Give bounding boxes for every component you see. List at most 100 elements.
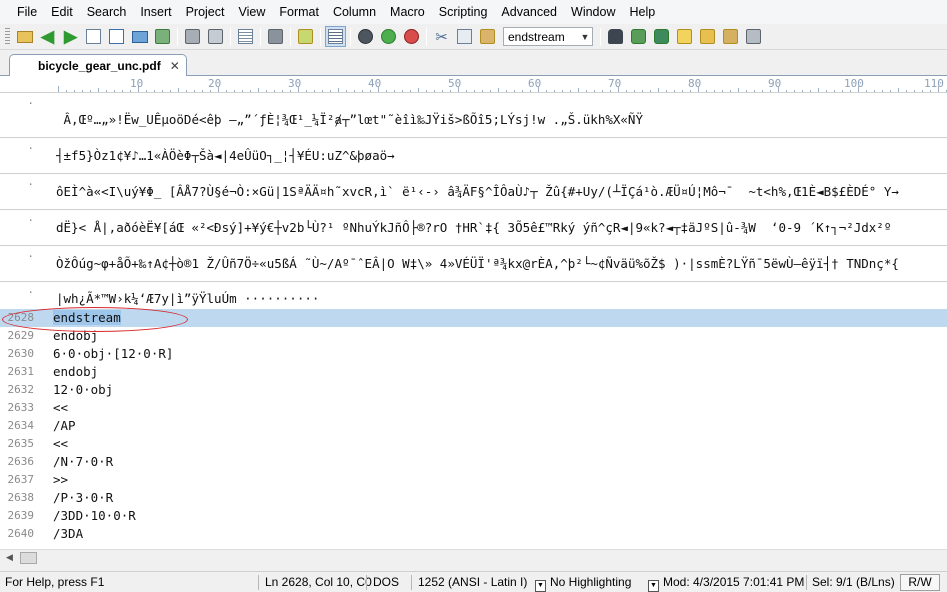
binary-line[interactable]: · ÒžÔúg~φ+åÕ+‰↑A¢┼ò®1 Ž/Ûñ7Ö÷«u5ßÁ ˜Ù~/A… — [0, 246, 947, 282]
menu-macro[interactable]: Macro — [383, 0, 432, 24]
menu-advanced[interactable]: Advanced — [494, 0, 564, 24]
editor-line[interactable]: 2632 12·0·obj — [0, 381, 947, 399]
ruler-tick — [122, 90, 123, 92]
line-text[interactable]: dË}< Å|,aðóèË¥[áŒ «²<Ðsý]+¥ý€┼v2b└Ù?¹ ºN… — [56, 219, 891, 237]
binary-line[interactable]: · ôEÌ^à«<I\uý¥Φ_ [ÂÅ7?Ù§é¬Ò:×Gü|1SªÄÄ¤h˜… — [0, 174, 947, 210]
line-text[interactable]: /AP — [53, 417, 76, 435]
editor-line[interactable]: 2639 /3DD·10·0·R — [0, 507, 947, 525]
status-line-ending[interactable]: DOS — [373, 572, 399, 592]
menu-project[interactable]: Project — [179, 0, 232, 24]
search-combo-text[interactable]: endstream — [504, 30, 578, 44]
editor-line[interactable]: 2636 /N·7·0·R — [0, 453, 947, 471]
globe-icon[interactable] — [378, 26, 399, 47]
ruler-label: 20 — [208, 77, 222, 90]
toolbar-grip[interactable] — [5, 27, 10, 46]
browser-icon[interactable] — [355, 26, 376, 47]
highlighting-dropdown[interactable]: ▼ No Highlighting — [535, 572, 631, 592]
ruler-tick — [690, 90, 691, 92]
line-text[interactable]: ÒžÔúg~φ+åÕ+‰↑A¢┼ò®1 Ž/Ûñ7Ö÷«u5ßÁ ˜Ù~/Aº¯… — [56, 255, 899, 273]
line-text[interactable]: |wh¿Ã*™W›k¼‘Æ7y|ì”ÿŸluÚm ·········· — [56, 290, 319, 308]
ruler-tick — [378, 86, 379, 92]
menu-window[interactable]: Window — [564, 0, 622, 24]
tab-bicycle-gear-unc-pdf[interactable]: bicycle_gear_unc.pdf ✕ — [9, 54, 187, 77]
ruler-tick — [170, 90, 171, 92]
replace-icon[interactable] — [651, 26, 672, 47]
line-text[interactable]: ┤±f5}Òz1¢¥♪…1«ÀÖèΦ┬Šà◄|4eÛüO┐_¦┤¥ÉU:uZ^&… — [56, 147, 395, 165]
line-text[interactable]: /N·7·0·R — [53, 453, 113, 471]
status-highlighting[interactable]: No Highlighting — [550, 575, 631, 589]
new-file-icon[interactable] — [83, 26, 104, 47]
scroll-left-icon[interactable]: ◀ — [3, 552, 16, 565]
binary-line[interactable]: · |wh¿Ã*™W›k¼‘Æ7y|ì”ÿŸluÚm ·········· — [0, 282, 947, 309]
editor-line[interactable]: 2631 endobj — [0, 363, 947, 381]
line-text[interactable]: /3DD·10·0·R — [53, 507, 136, 525]
expand-icon[interactable] — [743, 26, 764, 47]
hex-icon[interactable] — [265, 26, 286, 47]
menu-file[interactable]: File — [10, 0, 44, 24]
line-text[interactable]: 12·0·obj — [53, 381, 113, 399]
binary-line[interactable]: · Â,Œº…„»!Ëw_UÊµoöDé<êþ –„”´ƒÈ¦¾Œ¹_¼Ï²ⱥ┬… — [0, 93, 947, 138]
column-mode-icon[interactable] — [295, 26, 316, 47]
find-next-icon[interactable] — [628, 26, 649, 47]
open-folder-icon[interactable] — [129, 26, 150, 47]
stop-icon[interactable] — [401, 26, 422, 47]
menu-column[interactable]: Column — [326, 0, 383, 24]
line-text[interactable]: << — [53, 399, 68, 417]
editor-line[interactable]: 2634 /AP — [0, 417, 947, 435]
menu-scripting[interactable]: Scripting — [432, 0, 495, 24]
modified-dropdown[interactable]: ▼ Mod: 4/3/2015 7:01:41 PM — [648, 572, 804, 592]
close-icon[interactable]: ✕ — [170, 59, 180, 73]
line-text[interactable]: 6·0·obj·[12·0·R] — [53, 345, 173, 363]
line-text[interactable]: Â,Œº…„»!Ëw_UÊµoöDé<êþ –„”´ƒÈ¦¾Œ¹_¼Ï²ⱥ┬”l… — [56, 111, 643, 129]
print-icon[interactable] — [182, 26, 203, 47]
column-ruler: 10 20 30 40 50 60 70 80 90 100 110 — [0, 76, 947, 93]
tab-label[interactable]: bicycle_gear_unc.pdf — [38, 59, 161, 73]
binary-line[interactable]: · ┤±f5}Òz1¢¥♪…1«ÀÖèΦ┬Šà◄|4eÛüO┐_¦┤¥ÉU:uZ… — [0, 138, 947, 174]
list-icon[interactable] — [235, 26, 256, 47]
menu-help[interactable]: Help — [622, 0, 662, 24]
menu-view[interactable]: View — [231, 0, 272, 24]
menu-search[interactable]: Search — [80, 0, 134, 24]
ruler-tick — [610, 90, 611, 92]
copy-icon[interactable] — [454, 26, 475, 47]
editor-line[interactable]: 2638 /P·3·0·R — [0, 489, 947, 507]
ruler-tick — [98, 88, 99, 92]
forward-arrow-icon[interactable]: ▶ — [60, 26, 81, 47]
editor-line[interactable]: 2635 << — [0, 435, 947, 453]
line-text[interactable]: << — [53, 435, 68, 453]
line-text[interactable]: ôEÌ^à«<I\uý¥Φ_ [ÂÅ7?Ù§é¬Ò:×Gü|1SªÄÄ¤h˜xv… — [56, 183, 899, 201]
word-wrap-icon[interactable] — [325, 26, 346, 47]
line-text[interactable]: >> — [53, 471, 68, 489]
find-in-files-icon[interactable] — [674, 26, 695, 47]
cut-icon[interactable]: ✂ — [431, 26, 452, 47]
chevron-down-icon[interactable]: ▼ — [578, 32, 592, 42]
chevron-down-icon[interactable]: ▼ — [535, 580, 546, 592]
settings-icon[interactable] — [720, 26, 741, 47]
read-write-button[interactable]: R/W — [900, 574, 940, 591]
macro-icon[interactable] — [697, 26, 718, 47]
open-icon[interactable] — [14, 26, 35, 47]
menu-insert[interactable]: Insert — [133, 0, 178, 24]
editor-line[interactable]: 2640 /3DA — [0, 525, 947, 543]
horizontal-scrollbar[interactable]: ◀ — [0, 549, 947, 566]
open-file-icon[interactable] — [106, 26, 127, 47]
scroll-thumb[interactable] — [20, 552, 37, 564]
editor-line[interactable]: 2637 >> — [0, 471, 947, 489]
chevron-down-icon[interactable]: ▼ — [648, 580, 659, 592]
line-text[interactable]: /P·3·0·R — [53, 489, 113, 507]
editor-line[interactable]: 2633 << — [0, 399, 947, 417]
editor-line[interactable]: 2630 6·0·obj·[12·0·R] — [0, 345, 947, 363]
save-icon[interactable] — [152, 26, 173, 47]
search-combo[interactable]: endstream ▼ — [503, 27, 593, 46]
menu-edit[interactable]: Edit — [44, 0, 80, 24]
print-preview-icon[interactable] — [205, 26, 226, 47]
binary-line[interactable]: · dË}< Å|,aðóèË¥[áŒ «²<Ðsý]+¥ý€┼v2b└Ù?¹ … — [0, 210, 947, 246]
find-icon[interactable] — [605, 26, 626, 47]
status-encoding[interactable]: 1252 (ANSI - Latin I) — [418, 572, 527, 592]
ruler-tick — [514, 90, 515, 92]
line-text[interactable]: /3DA — [53, 525, 83, 543]
paste-icon[interactable] — [477, 26, 498, 47]
menu-format[interactable]: Format — [272, 0, 326, 24]
back-arrow-icon[interactable]: ◀ — [37, 26, 58, 47]
line-text[interactable]: endobj — [53, 363, 98, 381]
